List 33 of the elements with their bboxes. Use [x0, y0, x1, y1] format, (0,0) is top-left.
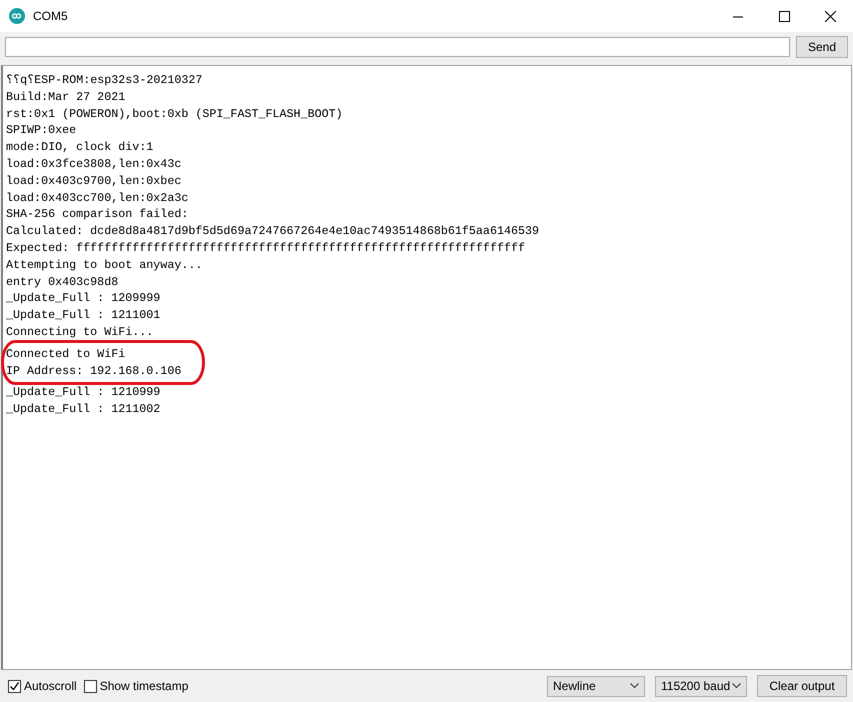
baud-rate-dropdown[interactable]: 115200 baud	[655, 676, 747, 696]
output-line: rst:0x1 (POWERON),boot:0xb (SPI_FAST_FLASH_BOOT)	[6, 106, 343, 122]
caret-icon	[630, 683, 639, 689]
clear-output-button[interactable]: Clear output	[757, 675, 847, 697]
window-title: COM5	[33, 9, 69, 23]
output-line: _Update_Full : 1210999	[6, 384, 160, 402]
output-line: load:0x403cc700,len:0x2a3c	[6, 190, 188, 206]
checkbox[interactable]	[8, 680, 21, 692]
output-line: mode:DIO, clock div:1	[6, 139, 154, 156]
output-line: entry 0x403c98d8	[6, 274, 118, 290]
checkbox-label[interactable]: Show timestamp	[100, 679, 188, 693]
output-line: Connected to WiFi	[6, 346, 126, 363]
line-ending-dropdown[interactable]: Newline	[547, 676, 645, 696]
checkbox-label[interactable]: Autoscroll	[24, 679, 77, 693]
output-line: _Update_Full : 1211001	[6, 307, 160, 324]
output-line: SHA-256 comparison failed:	[6, 206, 188, 224]
output-line: Build:Mar 27 2021	[6, 88, 126, 106]
checkbox[interactable]	[84, 680, 97, 692]
output-line: Expected: ffffffffffffffffffffffffffffffffffffffffffffffffffffffffffffffff	[6, 240, 526, 257]
output-line: Connecting to WiFi...	[6, 324, 154, 341]
output-line: Attempting to boot anyway...	[6, 256, 202, 274]
output-line: _Update_Full : 1209999	[6, 290, 160, 308]
send-button[interactable]: Send	[796, 36, 848, 58]
output-line: IP Address: 192.168.0.106	[6, 362, 182, 380]
output-line: load:0x3fce3808,len:0x43c	[6, 156, 182, 173]
output-line: _Update_Full : 1211002	[6, 401, 160, 418]
output-line: load:0x403c9700,len:0xbec	[6, 172, 182, 190]
output-line: Calculated: dcde8d8a4817d9bf5d5d69a7247667264e4e10ac7493514868b61f5aa6146539	[6, 223, 540, 240]
caret-icon	[732, 683, 741, 689]
output-line: SPIWP:0xee	[6, 122, 76, 140]
message-input-field[interactable]	[5, 37, 790, 57]
output-line: ⸮⸮q⸮ESP-ROM:esp32s3-20210327	[6, 72, 202, 89]
app-logo-icon	[9, 8, 25, 24]
